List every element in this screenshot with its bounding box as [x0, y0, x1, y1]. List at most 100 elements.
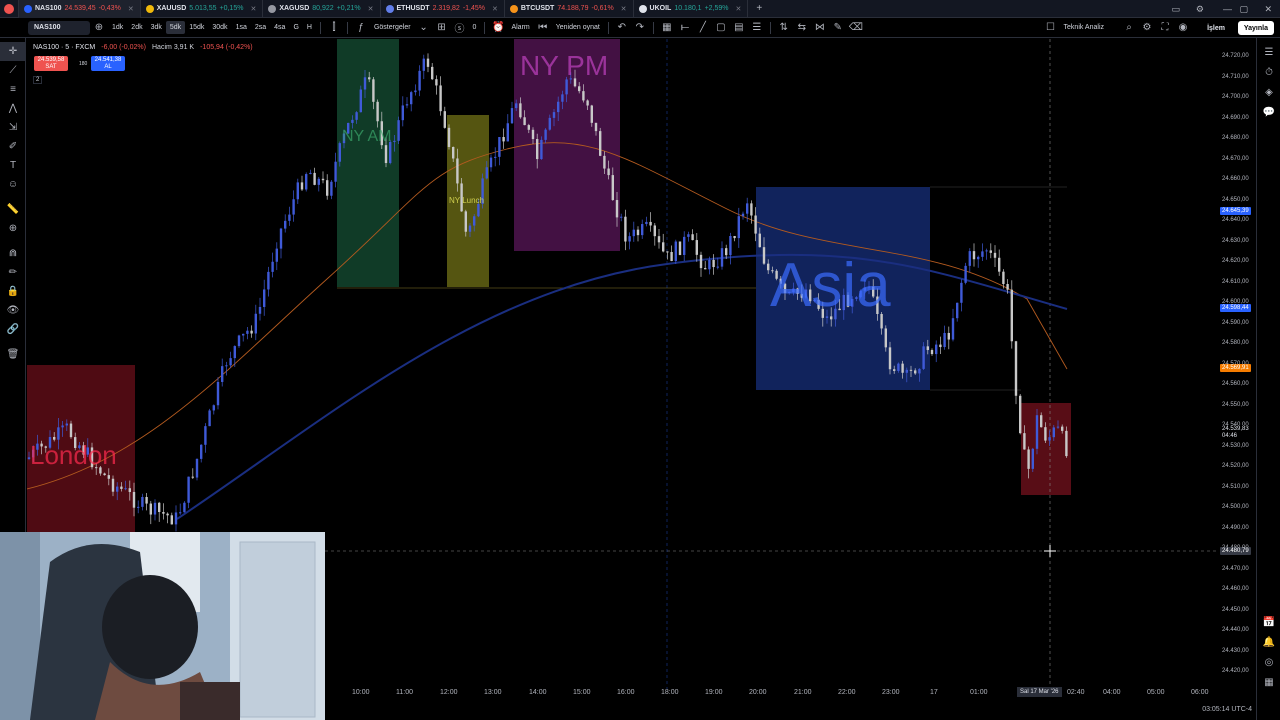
- lines-tool-icon[interactable]: ☰: [748, 18, 766, 38]
- templates-icon[interactable]: ⊞: [433, 18, 451, 38]
- link-icon[interactable]: 🔗: [0, 320, 26, 339]
- crosshair-icon[interactable]: ✛: [0, 42, 26, 61]
- publish-button[interactable]: Yayınla: [1237, 21, 1274, 35]
- symbol-tab[interactable]: BTCUSDT 74.188,79 -0,61% ✕: [505, 0, 634, 18]
- clock[interactable]: 03:05:14 UTC-4: [1202, 706, 1252, 713]
- watchlist-icon[interactable]: ☰: [1257, 42, 1280, 62]
- symbol-tab[interactable]: XAUUSD 5.013,55 +0,15% ✕: [141, 0, 264, 18]
- symbol-tab[interactable]: XAGUSD 80,922 +0,21% ✕: [263, 0, 381, 18]
- timeframe-button[interactable]: 2dk: [127, 18, 146, 38]
- indicators-button[interactable]: Göstergeler: [370, 18, 415, 38]
- candle-body: [918, 368, 921, 374]
- redo-icon[interactable]: ↷: [631, 18, 649, 38]
- magnet-icon[interactable]: ⋒: [0, 244, 26, 263]
- emoji-icon[interactable]: ☺: [0, 175, 26, 194]
- candle-body: [376, 101, 379, 122]
- technical-analysis-button[interactable]: Teknik Analiz: [1060, 18, 1108, 38]
- legend-symbol[interactable]: NAS100 · 5 · FXCM: [33, 44, 95, 51]
- grid-tool-icon[interactable]: ▦: [658, 18, 676, 38]
- fib-tool-icon[interactable]: ▤: [730, 18, 748, 38]
- close-tab-icon[interactable]: ✕: [492, 5, 498, 13]
- layers-icon[interactable]: ◈: [1257, 82, 1280, 102]
- apps-icon[interactable]: ▦: [1257, 672, 1280, 692]
- ruler-icon[interactable]: 📏: [0, 200, 26, 219]
- trendline-icon[interactable]: ⟋: [0, 61, 26, 80]
- timeframe-button[interactable]: 2sa: [251, 18, 270, 38]
- projection-tool-icon[interactable]: ⇆: [793, 18, 811, 38]
- minimize-button[interactable]: —: [1223, 0, 1232, 18]
- symbol-logo-icon: [509, 4, 518, 13]
- layout-icon[interactable]: ▭: [1171, 0, 1180, 18]
- brush-icon[interactable]: ✐: [0, 137, 26, 156]
- candle-body: [498, 137, 501, 157]
- zoom-icon[interactable]: ⊕: [0, 219, 26, 238]
- timeframe-button[interactable]: 1dk: [108, 18, 127, 38]
- timeframe-button[interactable]: G: [289, 18, 302, 38]
- stay-in-drawing-icon[interactable]: ✏: [0, 263, 26, 282]
- settings-icon[interactable]: ⚙: [1196, 0, 1204, 18]
- trade-button[interactable]: İşlem: [1202, 21, 1230, 35]
- add-tab-button[interactable]: +: [748, 3, 770, 14]
- sell-button[interactable]: 24.539,58 SAT: [34, 56, 68, 71]
- close-button[interactable]: ✕: [1264, 0, 1272, 18]
- candle-body: [531, 129, 535, 140]
- maximize-button[interactable]: ▢: [1239, 0, 1248, 18]
- chart-type-icon[interactable]: ⫿: [325, 18, 343, 38]
- symbol-search[interactable]: NAS100: [28, 20, 90, 35]
- position-tool-icon[interactable]: ⇅: [775, 18, 793, 38]
- chevron-down-icon[interactable]: ⌄: [415, 18, 433, 38]
- indicator-count-badge[interactable]: 2: [33, 76, 43, 84]
- chat-icon[interactable]: 💬: [1257, 102, 1280, 122]
- time-axis-label: 17: [930, 689, 938, 696]
- projection-icon[interactable]: ⇲: [0, 118, 26, 137]
- brush-tool-icon[interactable]: ✎: [829, 18, 847, 38]
- text-icon[interactable]: T: [0, 156, 26, 175]
- close-tab-icon[interactable]: ✕: [128, 5, 134, 13]
- add-symbol-icon[interactable]: ⊕: [90, 18, 108, 38]
- search-icon[interactable]: ⌕: [1120, 18, 1138, 38]
- candle-body: [296, 182, 299, 200]
- camera-icon[interactable]: ◉: [1174, 18, 1192, 38]
- replay-button[interactable]: Yeniden oynat: [552, 18, 604, 38]
- fullscreen-icon[interactable]: ⛶: [1156, 18, 1174, 38]
- timeframe-button[interactable]: 3dk: [147, 18, 166, 38]
- candle-body: [120, 486, 123, 489]
- timeframe-button[interactable]: 1sa: [232, 18, 251, 38]
- trash-icon[interactable]: 🗑: [0, 345, 26, 364]
- visibility-icon[interactable]: 👁: [0, 301, 26, 320]
- app-logo[interactable]: [0, 0, 19, 18]
- gear-icon[interactable]: ⚙: [1138, 18, 1156, 38]
- close-tab-icon[interactable]: ✕: [368, 5, 374, 13]
- timeframe-button[interactable]: 15dk: [185, 18, 208, 38]
- candle-body: [61, 425, 64, 428]
- close-tab-icon[interactable]: ✕: [250, 5, 256, 13]
- close-tab-icon[interactable]: ✕: [621, 5, 627, 13]
- calendar-icon[interactable]: 📅: [1257, 612, 1280, 632]
- fib-icon[interactable]: ≡: [0, 80, 26, 99]
- timeframe-button[interactable]: 5dk: [165, 21, 186, 34]
- hotlist-icon[interactable]: ◎: [1257, 652, 1280, 672]
- timeframe-button[interactable]: H: [303, 18, 316, 38]
- candle-body: [578, 86, 581, 92]
- rectangle-tool-icon[interactable]: ▢: [712, 18, 730, 38]
- candle-body: [418, 70, 421, 91]
- undo-icon[interactable]: ↶: [613, 18, 631, 38]
- trendline-tool-icon[interactable]: ╱: [694, 18, 712, 38]
- close-tab-icon[interactable]: ✕: [736, 5, 742, 13]
- pattern-icon[interactable]: ⋀: [0, 99, 26, 118]
- timeframe-button[interactable]: 30dk: [208, 18, 231, 38]
- alerts-icon[interactable]: ⏱: [1257, 62, 1280, 82]
- symbol-tab[interactable]: NAS100 24.539,45 -0,43% ✕: [19, 0, 141, 18]
- eraser-tool-icon[interactable]: ⌫: [847, 18, 865, 38]
- pattern-tool-icon[interactable]: ⋈: [811, 18, 829, 38]
- symbol-tab[interactable]: ETHUSDT 2.319,82 -1,45% ✕: [381, 0, 505, 18]
- candle-body: [246, 330, 249, 334]
- timeframe-button[interactable]: 4sa: [270, 18, 289, 38]
- hline-tool-icon[interactable]: ⟝: [676, 18, 694, 38]
- buy-button[interactable]: 24.541,38 AL: [91, 56, 125, 71]
- lock-icon[interactable]: 🔒: [0, 282, 26, 301]
- alarm-button[interactable]: Alarm: [507, 18, 533, 38]
- symbol-tab[interactable]: UKOIL 10.180,1 +2,59% ✕: [634, 0, 749, 18]
- candle-body: [515, 103, 518, 109]
- notifications-icon[interactable]: 🔔: [1257, 632, 1280, 652]
